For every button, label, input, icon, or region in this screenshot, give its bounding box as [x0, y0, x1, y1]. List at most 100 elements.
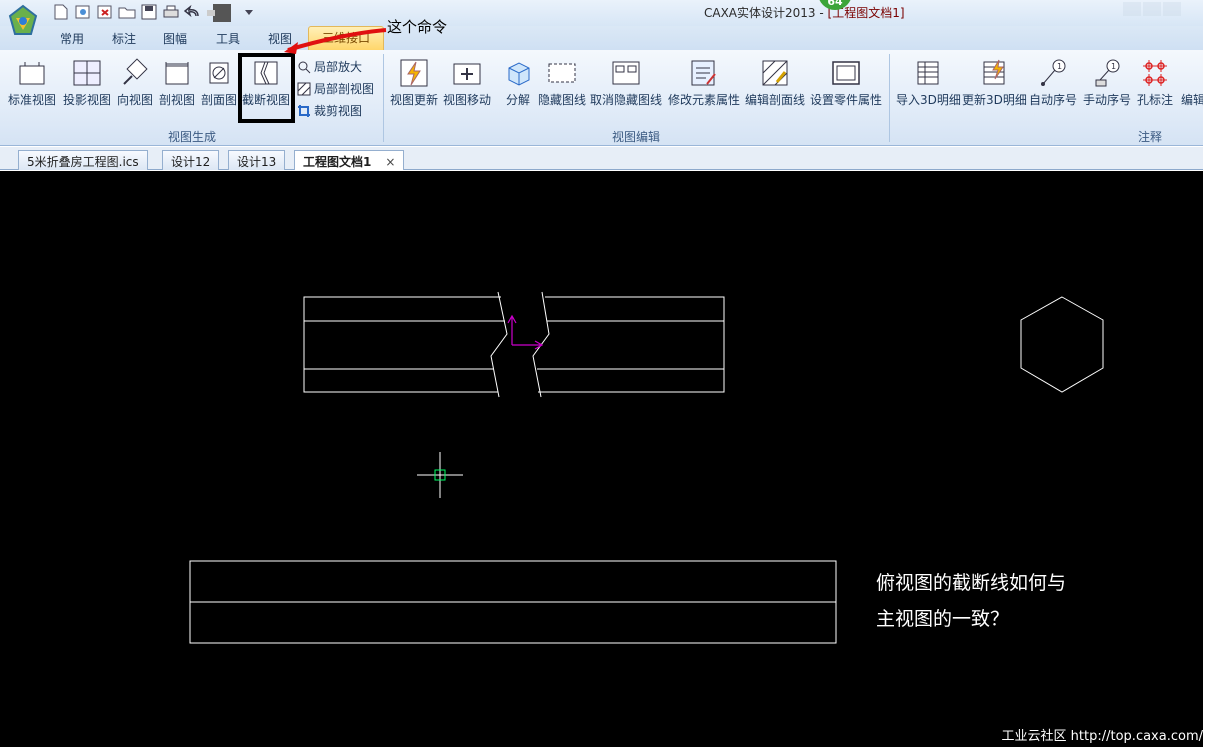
- auto-balloon-label: 自动序号: [1029, 93, 1078, 107]
- doc-tab[interactable]: 设计12: [162, 150, 220, 170]
- direction-view-icon: [123, 58, 148, 85]
- front-view-lines: [304, 320, 505, 370]
- group-separator: [889, 54, 890, 142]
- crop-view-button[interactable]: 裁剪视图: [297, 102, 362, 119]
- local-section-button[interactable]: 局部剖视图: [297, 80, 374, 97]
- new-icon[interactable]: [52, 3, 70, 21]
- direction-view-button[interactable]: 向视图: [117, 58, 153, 108]
- tab-tools[interactable]: 工具: [216, 30, 240, 47]
- watermark: 工业云社区 http://top.caxa.com/: [1001, 729, 1203, 744]
- svg-text:1: 1: [1111, 62, 1116, 71]
- hand-balloon-icon: 1: [1095, 59, 1120, 87]
- group-separator: [383, 54, 384, 142]
- hide-lines-button[interactable]: 隐藏图线: [538, 58, 586, 108]
- lightning-icon: [400, 59, 428, 87]
- close-file-icon[interactable]: [96, 3, 114, 21]
- app-title: CAXA实体设计2013 -: [704, 6, 828, 20]
- svg-text:1: 1: [1057, 62, 1062, 71]
- maximize-button[interactable]: [1143, 2, 1161, 16]
- manual-balloon-button[interactable]: 1 手动序号: [1083, 58, 1131, 108]
- manual-balloon-label: 手动序号: [1083, 93, 1132, 107]
- standard-view-label: 标准视图: [8, 93, 57, 107]
- title-bar: CAXA实体设计2013 - [工程图文档1] 64: [0, 0, 1203, 26]
- drawing-canvas[interactable]: 俯视图的截断线如何与 主视图的一致？ 工业云社区 http://top.caxa…: [0, 171, 1203, 747]
- window-controls: [1123, 2, 1181, 16]
- annotation-text: 这个命令: [387, 18, 448, 36]
- doc-tab-label: 5米折叠房工程图.ics: [27, 155, 139, 169]
- crosshair-cursor: [417, 452, 463, 498]
- close-tab-icon[interactable]: ×: [385, 155, 395, 169]
- table-icon: [917, 61, 939, 85]
- auto-balloon-button[interactable]: 1 自动序号: [1029, 58, 1077, 108]
- standard-view-icon: [19, 62, 45, 85]
- open-icon[interactable]: [74, 3, 92, 21]
- doc-tab-label: 设计13: [237, 155, 277, 169]
- hole-callout-label: 孔标注: [1137, 93, 1174, 107]
- import-3d-bom-label: 导入3D明细: [896, 93, 961, 107]
- move-view-label: 视图移动: [443, 93, 492, 107]
- group-label-view-generation: 视图生成: [168, 130, 217, 144]
- section-view-label: 剖视图: [159, 93, 196, 107]
- part-properties-button[interactable]: 设置零件属性: [810, 58, 882, 108]
- tab-dimension[interactable]: 标注: [112, 30, 136, 47]
- red-arrow-icon: [284, 28, 387, 54]
- update-view-button[interactable]: 视图更新: [390, 58, 438, 108]
- cut-section-label: 剖面图: [201, 93, 238, 107]
- section-view-button[interactable]: 剖视图: [159, 58, 195, 108]
- projection-view-button[interactable]: 投影视图: [63, 58, 111, 108]
- doc-tab-label: 工程图文档1: [303, 155, 372, 169]
- folder-icon[interactable]: [118, 3, 136, 21]
- explode-button[interactable]: 分解: [503, 58, 533, 108]
- update-3d-bom-button[interactable]: 更新3D明细: [962, 58, 1027, 108]
- cut-section-button[interactable]: 剖面图: [201, 58, 237, 108]
- standard-view-button[interactable]: 标准视图: [8, 58, 56, 108]
- group-label-annotation: 注释: [1138, 130, 1163, 144]
- cut-section-icon: [209, 62, 229, 84]
- question-text: 俯视图的截断线如何与 主视图的一致？: [876, 565, 1066, 637]
- minimize-button[interactable]: [1123, 2, 1141, 16]
- tab-sheet[interactable]: 图幅: [163, 30, 187, 47]
- hatch-edit-icon: [762, 60, 788, 86]
- axis-marker: [507, 314, 544, 350]
- edit-properties-button[interactable]: 修改元素属性: [668, 58, 740, 108]
- direction-view-label: 向视图: [117, 93, 154, 107]
- projection-view-label: 投影视图: [63, 93, 112, 107]
- doc-tab[interactable]: 设计13: [228, 150, 286, 170]
- hatch-icon: [297, 82, 311, 95]
- edit-hatch-label: 编辑剖面线: [745, 93, 806, 107]
- detail-view-label: 局部放大: [314, 60, 363, 74]
- move-view-button[interactable]: 视图移动: [443, 58, 491, 108]
- import-3d-bom-button[interactable]: 导入3D明细: [896, 58, 961, 108]
- front-view-lines: [537, 320, 724, 370]
- page-margin: [1203, 0, 1223, 747]
- close-button[interactable]: [1163, 2, 1181, 16]
- ribbon-tab-row: 常用 标注 图幅 工具 视图 三维接口: [0, 26, 1203, 50]
- doc-tab[interactable]: 5米折叠房工程图.ics: [18, 150, 148, 170]
- section-view-icon: [165, 62, 189, 85]
- document-tab-bar: 5米折叠房工程图.ics 设计12 设计13 工程图文档1 ×: [0, 147, 1203, 170]
- question-line-2: 主视图的一致？: [876, 608, 1010, 630]
- redo-icon[interactable]: [206, 3, 236, 22]
- print-icon[interactable]: [162, 3, 180, 21]
- hole-callout-button[interactable]: 孔标注: [1137, 58, 1173, 108]
- unhide-lines-button[interactable]: 取消隐藏图线: [590, 58, 662, 108]
- hexagon-side-view: [1020, 296, 1104, 393]
- dropdown-icon[interactable]: [240, 3, 258, 21]
- doc-tab-active[interactable]: 工程图文档1 ×: [294, 150, 405, 170]
- window-title: CAXA实体设计2013 - [工程图文档1]: [704, 4, 905, 21]
- table-update-icon: [983, 59, 1005, 85]
- undo-icon[interactable]: [184, 3, 202, 21]
- quick-access-toolbar: [52, 3, 258, 22]
- highlight-box: [238, 53, 295, 123]
- drawing-area: [189, 291, 1104, 644]
- edit-hatch-button[interactable]: 编辑剖面线: [745, 58, 805, 108]
- tab-common[interactable]: 常用: [60, 30, 84, 47]
- app-logo-icon[interactable]: [6, 4, 40, 38]
- detail-view-button[interactable]: 局部放大: [297, 58, 362, 75]
- front-view-right-part: [538, 296, 725, 393]
- crop-icon: [298, 104, 310, 117]
- edit-properties-label: 修改元素属性: [668, 93, 741, 107]
- save-icon[interactable]: [140, 3, 158, 21]
- explode-label: 分解: [505, 93, 530, 107]
- part-properties-label: 设置零件属性: [810, 93, 883, 107]
